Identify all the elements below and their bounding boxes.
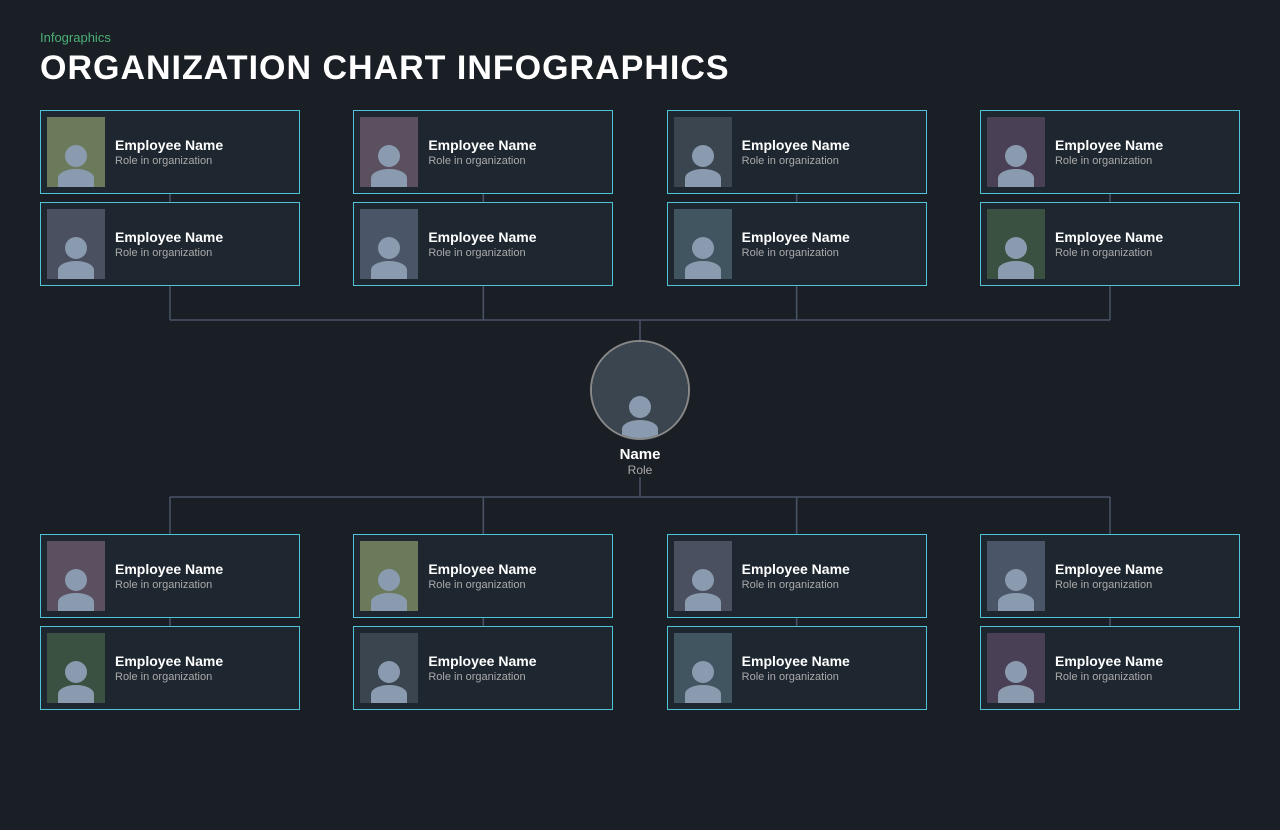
bottom-column: Employee NameRole in organizationEmploye…	[40, 534, 300, 710]
employee-role: Role in organization	[428, 247, 536, 259]
employee-role: Role in organization	[742, 579, 850, 591]
avatar	[987, 541, 1045, 611]
employee-name: Employee Name	[428, 137, 536, 154]
employee-card: Employee NameRole in organization	[353, 202, 613, 286]
employee-name: Employee Name	[742, 229, 850, 246]
avatar	[674, 633, 732, 703]
employee-card: Employee NameRole in organization	[980, 202, 1240, 286]
employee-name: Employee Name	[742, 137, 850, 154]
page: Infographics ORGANIZATION CHART INFOGRAP…	[0, 0, 1280, 720]
employee-card: Employee NameRole in organization	[40, 202, 300, 286]
avatar	[360, 209, 418, 279]
employee-card: Employee NameRole in organization	[353, 534, 613, 618]
employee-role: Role in organization	[115, 247, 223, 259]
top-column: Employee NameRole in organizationEmploye…	[980, 110, 1240, 286]
employee-role: Role in organization	[428, 671, 536, 683]
org-chart: Employee NameRole in organizationEmploye…	[40, 110, 1240, 710]
avatar	[674, 541, 732, 611]
employee-card: Employee NameRole in organization	[353, 110, 613, 194]
employee-card: Employee NameRole in organization	[40, 626, 300, 710]
employee-card: Employee NameRole in organization	[980, 534, 1240, 618]
employee-role: Role in organization	[1055, 579, 1163, 591]
employee-name: Employee Name	[1055, 229, 1163, 246]
employee-card: Employee NameRole in organization	[40, 110, 300, 194]
employee-role: Role in organization	[115, 671, 223, 683]
avatar	[360, 633, 418, 703]
avatar	[47, 541, 105, 611]
employee-role: Role in organization	[742, 671, 850, 683]
top-column: Employee NameRole in organizationEmploye…	[353, 110, 613, 286]
avatar	[47, 633, 105, 703]
employee-name: Employee Name	[428, 229, 536, 246]
bottom-column: Employee NameRole in organizationEmploye…	[353, 534, 613, 710]
employee-card: Employee NameRole in organization	[980, 626, 1240, 710]
employee-card: Employee NameRole in organization	[667, 202, 927, 286]
avatar	[674, 117, 732, 187]
employee-role: Role in organization	[1055, 155, 1163, 167]
employee-name: Employee Name	[115, 561, 223, 578]
main-title: ORGANIZATION CHART INFOGRAPHICS	[40, 49, 1240, 88]
bottom-section: Employee NameRole in organizationEmploye…	[40, 534, 1240, 710]
avatar	[47, 117, 105, 187]
employee-card: Employee NameRole in organization	[667, 534, 927, 618]
employee-card: Employee NameRole in organization	[353, 626, 613, 710]
employee-role: Role in organization	[1055, 247, 1163, 259]
boss-avatar	[590, 340, 690, 440]
employee-role: Role in organization	[115, 155, 223, 167]
employee-role: Role in organization	[742, 155, 850, 167]
employee-role: Role in organization	[742, 247, 850, 259]
employee-name: Employee Name	[1055, 653, 1163, 670]
employee-name: Employee Name	[115, 229, 223, 246]
employee-card: Employee NameRole in organization	[980, 110, 1240, 194]
bottom-column: Employee NameRole in organizationEmploye…	[980, 534, 1240, 710]
employee-card: Employee NameRole in organization	[667, 110, 927, 194]
employee-card: Employee NameRole in organization	[40, 534, 300, 618]
boss-role: Role	[628, 463, 653, 477]
top-column: Employee NameRole in organizationEmploye…	[667, 110, 927, 286]
employee-name: Employee Name	[742, 653, 850, 670]
boss-name: Name	[620, 446, 661, 463]
employee-role: Role in organization	[428, 579, 536, 591]
avatar	[987, 633, 1045, 703]
employee-role: Role in organization	[428, 155, 536, 167]
avatar	[360, 117, 418, 187]
avatar	[987, 117, 1045, 187]
employee-name: Employee Name	[115, 137, 223, 154]
employee-name: Employee Name	[428, 561, 536, 578]
employee-name: Employee Name	[115, 653, 223, 670]
avatar	[360, 541, 418, 611]
avatar	[47, 209, 105, 279]
top-section: Employee NameRole in organizationEmploye…	[40, 110, 1240, 286]
bottom-column: Employee NameRole in organizationEmploye…	[667, 534, 927, 710]
top-column: Employee NameRole in organizationEmploye…	[40, 110, 300, 286]
avatar	[674, 209, 732, 279]
employee-role: Role in organization	[1055, 671, 1163, 683]
employee-name: Employee Name	[742, 561, 850, 578]
header-label: Infographics	[40, 30, 1240, 45]
employee-name: Employee Name	[1055, 137, 1163, 154]
employee-card: Employee NameRole in organization	[667, 626, 927, 710]
employee-name: Employee Name	[1055, 561, 1163, 578]
employee-name: Employee Name	[428, 653, 536, 670]
avatar	[987, 209, 1045, 279]
boss-node: Name Role	[590, 340, 690, 477]
employee-role: Role in organization	[115, 579, 223, 591]
